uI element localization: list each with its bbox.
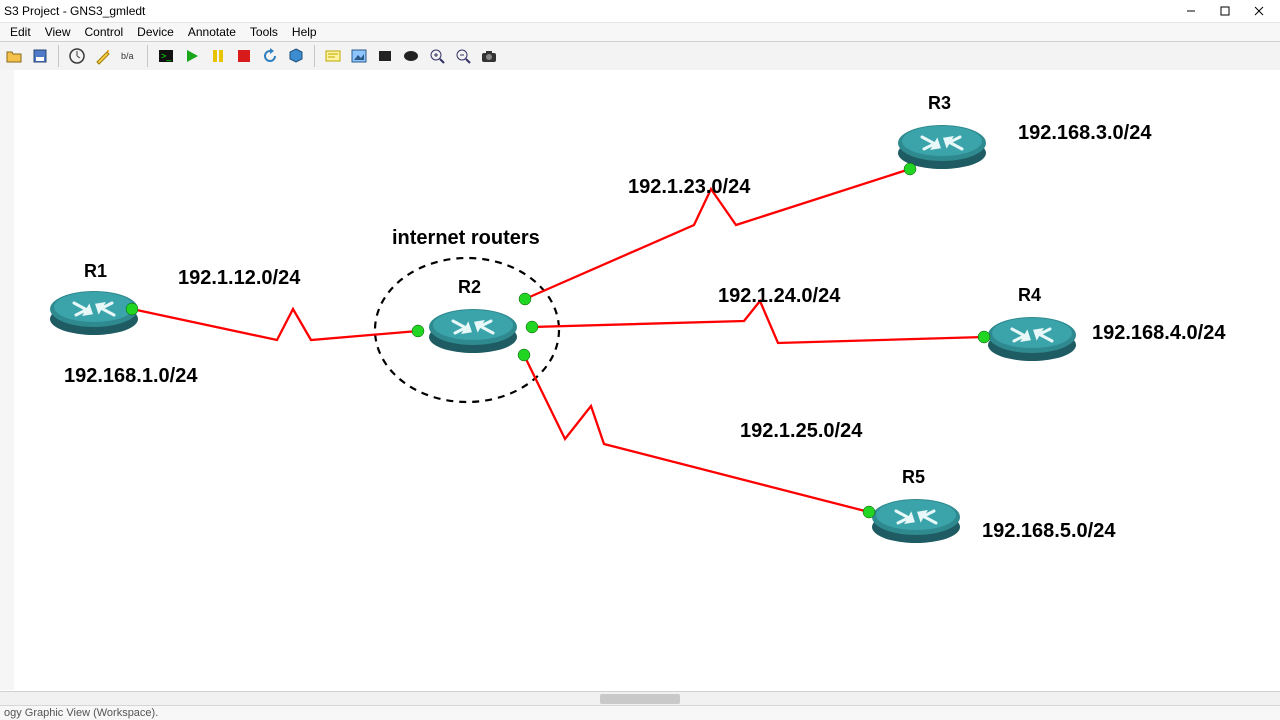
- net-r1-r2[interactable]: 192.1.12.0/24: [178, 267, 301, 289]
- router-r1-label: R1: [84, 261, 107, 281]
- group-label[interactable]: internet routers: [392, 227, 540, 249]
- topology-canvas[interactable]: internet routers 192.1.12.0/24 192.1.23.…: [14, 70, 1280, 692]
- router-r1-lan[interactable]: 192.168.1.0/24: [64, 365, 198, 387]
- vbox-icon[interactable]: [284, 44, 308, 68]
- router-r4-lan[interactable]: 192.168.4.0/24: [1092, 322, 1226, 344]
- toolbar-separator: [314, 45, 315, 67]
- menu-tools[interactable]: Tools: [246, 23, 282, 41]
- link-r2-r4[interactable]: [532, 301, 984, 343]
- open-icon[interactable]: [2, 44, 26, 68]
- net-r2-r3[interactable]: 192.1.23.0/24: [628, 176, 751, 198]
- stop-icon[interactable]: [232, 44, 256, 68]
- menu-view[interactable]: View: [41, 23, 75, 41]
- pause-icon[interactable]: [206, 44, 230, 68]
- net-r2-r5[interactable]: 192.1.25.0/24: [740, 420, 863, 442]
- port-dot: [526, 321, 538, 333]
- toolbar-separator: [58, 45, 59, 67]
- menu-bar: Edit View Control Device Annotate Tools …: [0, 23, 1280, 42]
- router-r5-lan[interactable]: 192.168.5.0/24: [982, 520, 1116, 542]
- menu-device[interactable]: Device: [133, 23, 178, 41]
- router-r4[interactable]: [988, 317, 1076, 361]
- menu-control[interactable]: Control: [80, 23, 127, 41]
- left-dock[interactable]: [0, 70, 15, 690]
- menu-edit[interactable]: Edit: [6, 23, 35, 41]
- port-dot: [904, 163, 916, 175]
- router-r5-label: R5: [902, 467, 925, 487]
- note-icon[interactable]: [321, 44, 345, 68]
- scrollbar-thumb[interactable]: [600, 694, 680, 704]
- title-bar: S3 Project - GNS3_gmledt: [0, 0, 1280, 23]
- router-r5[interactable]: [872, 499, 960, 543]
- play-icon[interactable]: [180, 44, 204, 68]
- port-dot: [863, 506, 875, 518]
- menu-annotate[interactable]: Annotate: [184, 23, 240, 41]
- port-dot: [978, 331, 990, 343]
- reload-icon[interactable]: [258, 44, 282, 68]
- window-close-button[interactable]: [1242, 0, 1276, 22]
- save-icon[interactable]: [28, 44, 52, 68]
- console-icon[interactable]: >_: [154, 44, 178, 68]
- ellipse-icon[interactable]: [399, 44, 423, 68]
- port-dot: [412, 325, 424, 337]
- window-minimize-button[interactable]: [1174, 0, 1208, 22]
- router-r3[interactable]: [898, 125, 986, 169]
- window-title: S3 Project - GNS3_gmledt: [4, 4, 145, 18]
- port-dot: [126, 303, 138, 315]
- zoomout-icon[interactable]: [451, 44, 475, 68]
- horizontal-scrollbar[interactable]: [0, 691, 1280, 706]
- router-r2-label: R2: [458, 277, 481, 297]
- status-text: ogy Graphic View (Workspace).: [4, 707, 158, 719]
- toolbar: b/a >_: [0, 42, 1280, 71]
- router-r2[interactable]: [429, 309, 517, 353]
- router-r3-label: R3: [928, 93, 951, 113]
- router-r3-lan[interactable]: 192.168.3.0/24: [1018, 122, 1152, 144]
- netconfig-icon[interactable]: b/a: [117, 44, 141, 68]
- port-dot: [519, 293, 531, 305]
- port-dot: [518, 349, 530, 361]
- screenshot-icon[interactable]: [477, 44, 501, 68]
- menu-help[interactable]: Help: [288, 23, 321, 41]
- wizard-icon[interactable]: [91, 44, 115, 68]
- toolbar-separator: [147, 45, 148, 67]
- status-bar: ogy Graphic View (Workspace).: [0, 705, 1280, 720]
- svg-text:>_: >_: [161, 51, 172, 61]
- svg-text:b/a: b/a: [121, 51, 134, 61]
- rect-icon[interactable]: [373, 44, 397, 68]
- net-r2-r4[interactable]: 192.1.24.0/24: [718, 285, 841, 307]
- zoomin-icon[interactable]: [425, 44, 449, 68]
- snapshot-icon[interactable]: [65, 44, 89, 68]
- window-maximize-button[interactable]: [1208, 0, 1242, 22]
- router-r4-label: R4: [1018, 285, 1041, 305]
- image-icon[interactable]: [347, 44, 371, 68]
- router-r1[interactable]: [50, 291, 138, 335]
